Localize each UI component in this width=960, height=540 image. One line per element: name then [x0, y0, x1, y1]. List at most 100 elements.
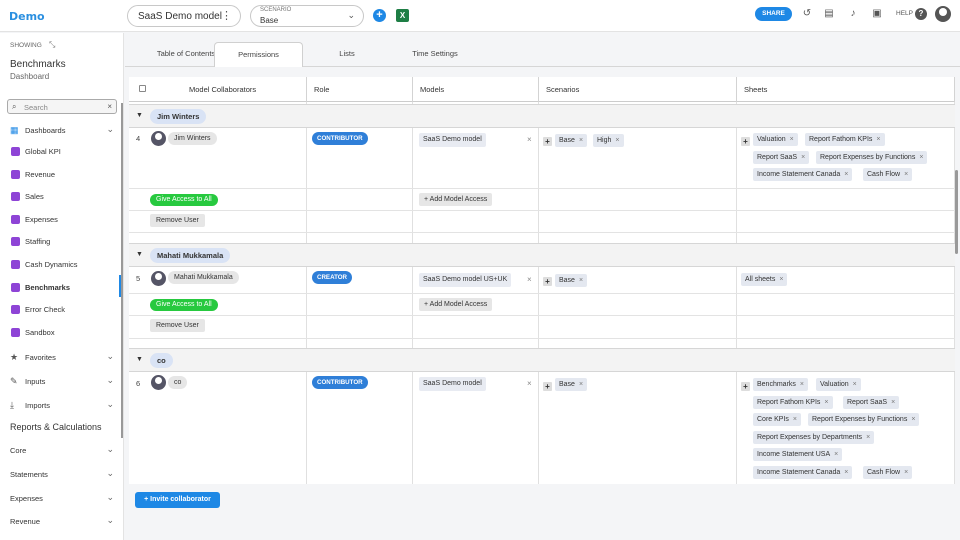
model-name: SaaS Demo model	[138, 11, 222, 22]
model-chip[interactable]: SaaS Demo model	[419, 377, 486, 391]
model-selector[interactable]: SaaS Demo model ⋮	[127, 5, 241, 27]
more-vertical-icon[interactable]: ⋮	[221, 9, 232, 22]
sheet-icon	[11, 147, 20, 156]
store-icon[interactable]: ▤	[823, 8, 835, 20]
sidebar-item-revenue-report[interactable]: Revenue ⌄	[0, 512, 120, 530]
sheet-chip[interactable]: Report Fathom KPIs ×	[753, 396, 833, 409]
sidebar-item-error-check[interactable]: Error Check	[0, 300, 120, 318]
give-access-button[interactable]: Give Access to All	[150, 299, 218, 311]
group-header: ▼ co	[129, 348, 955, 372]
tab-permissions[interactable]: Permissions	[214, 42, 303, 67]
main-scrollbar[interactable]	[955, 170, 958, 254]
sheet-chip[interactable]: Core KPIs ×	[753, 413, 801, 426]
sidebar-item-expenses-report[interactable]: Expenses ⌄	[0, 489, 120, 507]
sheet-chip[interactable]: Valuation ×	[816, 378, 861, 391]
row-divider	[129, 315, 955, 316]
history-icon[interactable]: ↺	[801, 8, 813, 20]
sheet-chip[interactable]: Report SaaS ×	[843, 396, 900, 409]
sidebar-item-revenue[interactable]: Revenue	[0, 165, 120, 183]
sheet-chip[interactable]: Report Expenses by Functions ×	[816, 151, 928, 164]
collapse-icon[interactable]: ⤡	[49, 40, 55, 50]
add-model-access-button[interactable]: + Add Model Access	[419, 193, 493, 206]
sheet-chip[interactable]: Cash Flow ×	[863, 466, 913, 479]
tab-time-settings[interactable]: Time Settings	[402, 42, 468, 67]
sidebar-item-cash-dynamics[interactable]: Cash Dynamics	[0, 255, 120, 273]
add-scenario-icon[interactable]: +	[543, 382, 552, 391]
share-button[interactable]: SHARE	[755, 7, 792, 21]
remove-model-icon[interactable]: ×	[527, 135, 532, 144]
sidebar: SHOWING ⤡ Benchmarks Dashboard ⌕ Search …	[0, 33, 124, 540]
sheet-icon	[11, 237, 20, 246]
sidebar-item-expenses[interactable]: Expenses	[0, 210, 120, 228]
collapse-triangle-icon[interactable]: ▼	[136, 251, 143, 258]
sidebar-item-staffing[interactable]: Staffing	[0, 232, 120, 250]
help-icon[interactable]: ?	[915, 8, 927, 20]
star-icon: ★	[10, 352, 19, 362]
role-badge[interactable]: CREATOR	[312, 271, 353, 284]
sidebar-item-statements[interactable]: Statements ⌄	[0, 465, 120, 483]
role-badge[interactable]: CONTRIBUTOR	[312, 132, 368, 145]
search-input[interactable]: ⌕ Search ×	[7, 99, 117, 114]
sheet-chip[interactable]: Report Expenses by Departments ×	[753, 431, 875, 444]
integrations-icon[interactable]: ▣	[871, 8, 883, 20]
sidebar-item-sales[interactable]: Sales	[0, 187, 120, 205]
sheet-icon	[11, 328, 20, 337]
sheet-chip[interactable]: Income Statement Canada ×	[753, 466, 853, 479]
add-scenario-icon[interactable]: +	[543, 277, 552, 286]
scenario-chip[interactable]: Base ×	[555, 134, 588, 147]
sidebar-item-core[interactable]: Core ⌄	[0, 441, 120, 459]
sidebar-item-dashboards[interactable]: ▦ Dashboards ⌄	[0, 121, 120, 139]
top-bar: Demo SaaS Demo model ⋮ SCENARIO Base ⌄ +…	[0, 0, 960, 32]
sheet-chip[interactable]: Report Expenses by Functions ×	[808, 413, 920, 426]
remove-user-button[interactable]: Remove User	[150, 214, 205, 227]
remove-model-icon[interactable]: ×	[527, 379, 532, 388]
tab-lists[interactable]: Lists	[325, 42, 369, 67]
sidebar-item-label: Core	[10, 446, 27, 455]
chevron-down-icon: ⌄	[347, 10, 355, 20]
sidebar-item-benchmarks[interactable]: Benchmarks	[0, 278, 120, 296]
remove-model-icon[interactable]: ×	[527, 275, 532, 284]
sidebar-item-favorites[interactable]: ★ Favorites ⌄	[0, 348, 120, 366]
select-all-checkbox[interactable]	[139, 85, 146, 92]
sheet-chip[interactable]: Benchmarks ×	[753, 378, 808, 391]
scenario-chip[interactable]: Base ×	[555, 378, 588, 391]
sheet-icon	[11, 283, 20, 292]
sheet-chip[interactable]: All sheets ×	[741, 273, 788, 286]
scenario-chip[interactable]: High ×	[593, 134, 624, 147]
add-sheet-icon[interactable]: +	[741, 382, 750, 391]
add-scenario-icon[interactable]: +	[543, 137, 552, 146]
sidebar-item-inputs[interactable]: ✎ Inputs ⌄	[0, 372, 120, 390]
sheet-chip[interactable]: Income Statement Canada ×	[753, 168, 853, 181]
help-label[interactable]: HELP	[896, 10, 913, 17]
collapse-triangle-icon[interactable]: ▼	[136, 356, 143, 363]
sidebar-item-global-kpi[interactable]: Global KPI	[0, 142, 120, 160]
clear-search-icon[interactable]: ×	[107, 102, 112, 111]
model-chip[interactable]: SaaS Demo model US+UK	[419, 273, 512, 287]
invite-collaborator-button[interactable]: + Invite collaborator	[135, 492, 220, 508]
sidebar-item-label: Staffing	[25, 237, 51, 246]
give-access-button[interactable]: Give Access to All	[150, 194, 218, 206]
user-avatar[interactable]	[935, 6, 951, 22]
sheet-chip[interactable]: Report Fathom KPIs ×	[805, 133, 885, 146]
sheet-chip[interactable]: Cash Flow ×	[863, 168, 913, 181]
scenario-selector[interactable]: SCENARIO Base ⌄	[250, 5, 364, 27]
sidebar-item-sandbox[interactable]: Sandbox	[0, 323, 120, 341]
sheet-icon	[11, 260, 20, 269]
role-badge[interactable]: CONTRIBUTOR	[312, 376, 368, 389]
remove-user-button[interactable]: Remove User	[150, 319, 205, 332]
notifications-icon[interactable]: ♪	[847, 8, 859, 20]
tab-bar: Table of Contents Permissions Lists Time…	[125, 33, 960, 67]
scenario-chip[interactable]: Base ×	[555, 274, 588, 287]
add-sheet-icon[interactable]: +	[741, 137, 750, 146]
add-model-access-button[interactable]: + Add Model Access	[419, 298, 493, 311]
sidebar-item-imports[interactable]: ⤓ Imports ⌄	[0, 396, 120, 414]
collapse-triangle-icon[interactable]: ▼	[136, 112, 143, 119]
app-logo[interactable]: Demo	[9, 10, 45, 23]
model-chip[interactable]: SaaS Demo model	[419, 133, 486, 147]
sheet-chip[interactable]: Income Statement USA ×	[753, 448, 843, 461]
add-scenario-icon[interactable]: +	[373, 9, 386, 22]
sidebar-scrollbar[interactable]	[121, 103, 123, 438]
excel-icon[interactable]: X	[396, 9, 409, 22]
sheet-chip[interactable]: Report SaaS ×	[753, 151, 810, 164]
sheet-chip[interactable]: Valuation ×	[753, 133, 798, 146]
